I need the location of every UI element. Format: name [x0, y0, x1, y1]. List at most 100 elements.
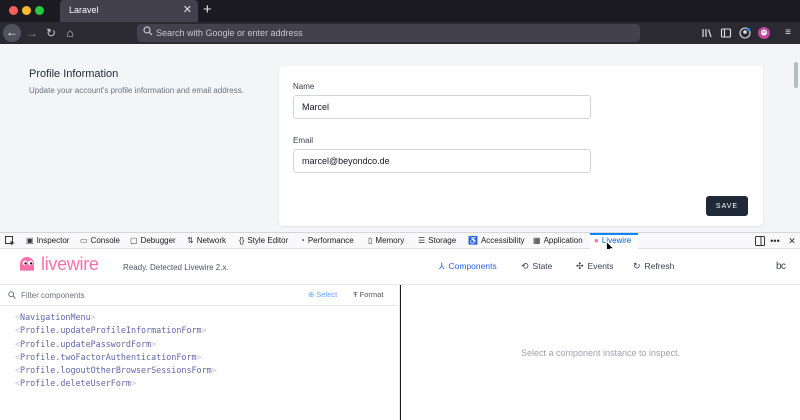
component-tree-panel: ⊕ Select Ŧ Format <NavigationMenu> <Prof…: [0, 285, 400, 420]
devtools-tab-label: Performance: [307, 236, 354, 245]
devtools-tab-memory[interactable]: ▯ Memory: [368, 233, 404, 249]
devtools-tab-debugger[interactable]: ▢ Debugger: [130, 233, 176, 249]
devtools-tab-label: Debugger: [140, 236, 176, 245]
component-name: Profile.updatePasswordForm: [20, 338, 152, 349]
dock-icon[interactable]: [754, 235, 766, 247]
events-icon: ✣: [576, 261, 584, 271]
minimize-window-button[interactable]: [22, 6, 31, 15]
section-description: Update your account's profile informatio…: [29, 86, 244, 95]
tab-title: Laravel: [69, 5, 99, 15]
filter-components-input[interactable]: [21, 288, 281, 303]
component-name: Profile.logoutOtherBrowserSessionsForm: [20, 365, 212, 376]
devtools-tab-accessibility[interactable]: ♿ Accessibility: [468, 233, 525, 249]
inspector-icon: ▣: [26, 236, 34, 245]
history-icon: ⟲: [521, 261, 529, 271]
filter-bar: ⊕ Select Ŧ Format: [0, 285, 400, 306]
devtools-tab-console[interactable]: ▭ Console: [80, 233, 120, 249]
url-input[interactable]: [156, 24, 626, 42]
component-name: NavigationMenu: [20, 312, 91, 322]
library-icon[interactable]: [701, 27, 713, 39]
components-icon: ⅄: [439, 261, 445, 271]
devtools-tab-label: Style Editor: [247, 236, 289, 245]
devtools-tab-style-editor[interactable]: {} Style Editor: [239, 233, 288, 249]
devtools-tab-performance[interactable]: ◔ Performance: [300, 233, 354, 249]
email-label: Email: [293, 136, 314, 145]
component-tree-item[interactable]: <Profile.twoFactorAuthenticationForm>: [15, 351, 217, 364]
tab-close-icon[interactable]: ✕: [183, 3, 192, 16]
page-viewport: Profile Information Update your account'…: [0, 44, 800, 232]
livewire-header: livewire Ready. Detected Livewire 2.x. ⅄…: [0, 249, 800, 285]
format-button[interactable]: Ŧ Format: [353, 290, 383, 299]
livewire-wordmark: livewire: [41, 254, 99, 274]
name-label: Name: [293, 82, 315, 91]
more-options-icon[interactable]: •••: [769, 235, 781, 247]
reload-button[interactable]: ↻: [42, 22, 60, 44]
state-tab-label: State: [532, 261, 553, 271]
section-title: Profile Information: [29, 68, 119, 80]
storage-icon: ☰: [418, 236, 426, 245]
select-component-button[interactable]: ⊕ Select: [308, 290, 337, 299]
network-icon: ⇅: [187, 236, 194, 245]
livewire-icon: ●: [594, 236, 599, 245]
empty-inspector-message: Select a component instance to inspect.: [520, 348, 681, 358]
devtools-tab-network[interactable]: ⇅ Network: [187, 233, 226, 249]
devtools-tab-application[interactable]: ▦ Application: [533, 233, 583, 249]
email-input[interactable]: [293, 149, 591, 173]
component-name: Profile.updateProfileInformationForm: [20, 325, 202, 336]
element-picker-icon[interactable]: [4, 235, 16, 247]
refresh-icon: ↻: [633, 261, 641, 271]
menu-icon[interactable]: ≡: [782, 27, 794, 39]
components-tab[interactable]: ⅄ Components: [439, 261, 497, 272]
devtools-tab-label: Console: [90, 236, 120, 245]
forward-button[interactable]: →: [23, 22, 41, 44]
account-icon[interactable]: [739, 27, 751, 39]
back-button[interactable]: ←: [3, 24, 21, 42]
application-icon: ▦: [533, 236, 541, 245]
page-scrollbar-thumb[interactable]: [794, 62, 798, 88]
refresh-button[interactable]: ↻ Refresh: [633, 261, 674, 272]
component-tree-item[interactable]: <NavigationMenu>: [15, 311, 217, 324]
events-tab-label: Events: [587, 261, 614, 271]
new-tab-button[interactable]: +: [203, 1, 212, 18]
sidebar-icon[interactable]: [720, 27, 732, 39]
livewire-logo-icon: [20, 257, 34, 271]
component-tree-item[interactable]: <Profile.updatePasswordForm>: [15, 338, 217, 351]
memory-icon: ▯: [368, 236, 373, 245]
console-icon: ▭: [80, 236, 88, 245]
browser-titlebar: Laravel ✕ +: [0, 0, 800, 22]
browser-tab[interactable]: Laravel ✕: [60, 0, 198, 22]
component-tree-item[interactable]: <Profile.deleteUserForm>: [15, 377, 217, 390]
components-tab-label: Components: [448, 261, 497, 271]
close-window-button[interactable]: [9, 6, 18, 15]
format-label: Format: [359, 290, 384, 299]
livewire-extension-icon[interactable]: [758, 27, 770, 39]
profile-form-card: Name Email SAVE: [279, 66, 763, 226]
devtools-tab-inspector[interactable]: ▣ Inspector: [26, 233, 69, 249]
beyondcode-logo[interactable]: bc: [776, 261, 786, 272]
style-editor-icon: {}: [239, 236, 245, 245]
component-tree-item[interactable]: <Profile.logoutOtherBrowserSessionsForm>: [15, 364, 217, 377]
devtools-tab-storage[interactable]: ☰ Storage: [418, 233, 456, 249]
url-bar[interactable]: [137, 24, 640, 42]
devtools-toolbar: ▣ Inspector ▭ Console ▢ Debugger ⇅ Network {…: [0, 232, 800, 249]
name-input[interactable]: [293, 95, 591, 119]
component-tree: <NavigationMenu> <Profile.updateProfileI…: [15, 311, 217, 391]
component-inspector-panel: Select a component instance to inspect.: [401, 285, 800, 420]
devtools-tab-label: Inspector: [36, 236, 70, 245]
state-tab[interactable]: ⟲ State: [521, 261, 552, 272]
browser-toolbar: ← → ↻ ⌂ ≡: [0, 22, 800, 44]
devtools-tab-label: Storage: [428, 236, 457, 245]
devtools-tab-label: Application: [543, 236, 583, 245]
format-icon: Ŧ: [353, 290, 360, 299]
events-tab[interactable]: ✣ Events: [576, 261, 614, 272]
maximize-window-button[interactable]: [35, 6, 44, 15]
devtools-tab-label: Network: [196, 236, 227, 245]
accessibility-icon: ♿: [468, 236, 478, 245]
devtools-tab-label: Memory: [375, 236, 405, 245]
home-button[interactable]: ⌂: [61, 22, 79, 44]
close-devtools-icon[interactable]: ✕: [786, 235, 798, 247]
save-button[interactable]: SAVE: [706, 196, 748, 216]
performance-icon: ◔: [300, 236, 305, 245]
detection-status: Ready. Detected Livewire 2.x.: [123, 263, 229, 272]
component-tree-item[interactable]: <Profile.updateProfileInformationForm>: [15, 324, 217, 337]
